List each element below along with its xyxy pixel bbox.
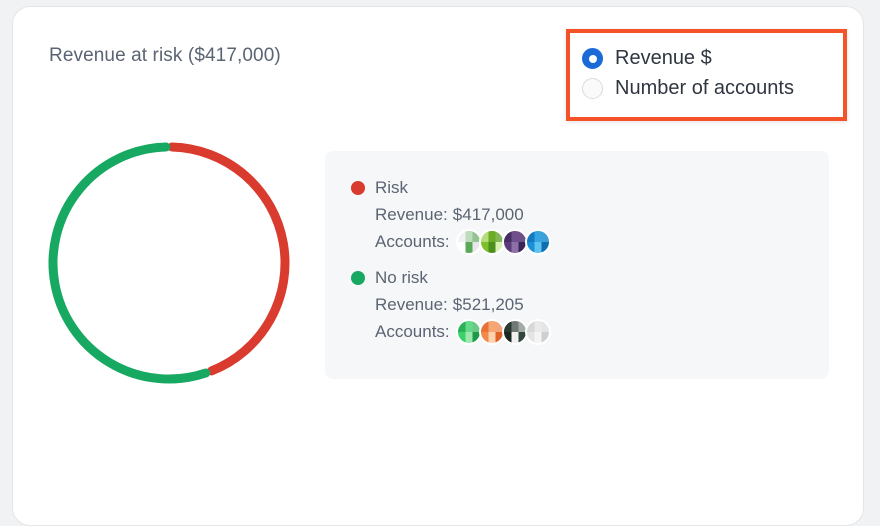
accounts-label: Accounts: — [375, 322, 450, 341]
radio-option-accounts[interactable]: Number of accounts — [582, 77, 794, 100]
revenue-at-risk-card: Revenue at risk ($417,000) Revenue $ Num… — [12, 6, 864, 526]
risk-color-dot — [351, 181, 365, 195]
revenue-label: Revenue: — [375, 295, 448, 314]
accounts-label: Accounts: — [375, 232, 450, 251]
account-avatar-icon[interactable] — [501, 229, 528, 255]
no-risk-accounts-row: Accounts: — [375, 319, 551, 345]
account-avatar-icon[interactable] — [478, 319, 505, 345]
risk-account-avatars — [455, 229, 551, 255]
radio-accounts-label[interactable]: Number of accounts — [615, 77, 794, 100]
account-avatar-icon[interactable] — [478, 229, 505, 255]
risk-revenue-value: $417,000 — [452, 205, 524, 224]
radio-revenue-icon[interactable] — [582, 48, 603, 69]
no-risk-revenue-value: $521,205 — [452, 295, 524, 314]
legend-entry-no-risk: No risk Revenue: $521,205 Accounts: — [351, 267, 551, 345]
revenue-donut-chart — [48, 142, 290, 384]
risk-accounts-row: Accounts: — [375, 229, 551, 255]
view-mode-selector: Revenue $ Number of accounts — [566, 29, 847, 121]
radio-option-revenue[interactable]: Revenue $ — [582, 47, 712, 70]
legend-entry-risk: Risk Revenue: $417,000 Accounts: — [351, 177, 551, 255]
risk-revenue-row: Revenue: $417,000 — [375, 204, 551, 226]
account-avatar-icon[interactable] — [455, 229, 482, 255]
account-avatar-icon[interactable] — [455, 319, 482, 345]
account-avatar-icon[interactable] — [524, 229, 551, 255]
radio-revenue-label[interactable]: Revenue $ — [615, 47, 712, 70]
legend-no-risk-label: No risk — [375, 268, 428, 287]
no-risk-color-dot — [351, 271, 365, 285]
card-title: Revenue at risk ($417,000) — [49, 45, 281, 66]
legend-risk-label: Risk — [375, 178, 409, 197]
radio-accounts-icon[interactable] — [582, 78, 603, 99]
donut-segment-no-risk[interactable] — [48, 142, 211, 384]
account-avatar-icon[interactable] — [524, 319, 551, 345]
no-risk-account-avatars — [455, 319, 551, 345]
donut-segment-risk[interactable] — [167, 142, 290, 376]
no-risk-revenue-row: Revenue: $521,205 — [375, 294, 551, 316]
revenue-label: Revenue: — [375, 205, 448, 224]
account-avatar-icon[interactable] — [501, 319, 528, 345]
legend-panel: Risk Revenue: $417,000 Accounts: No risk… — [325, 151, 829, 379]
